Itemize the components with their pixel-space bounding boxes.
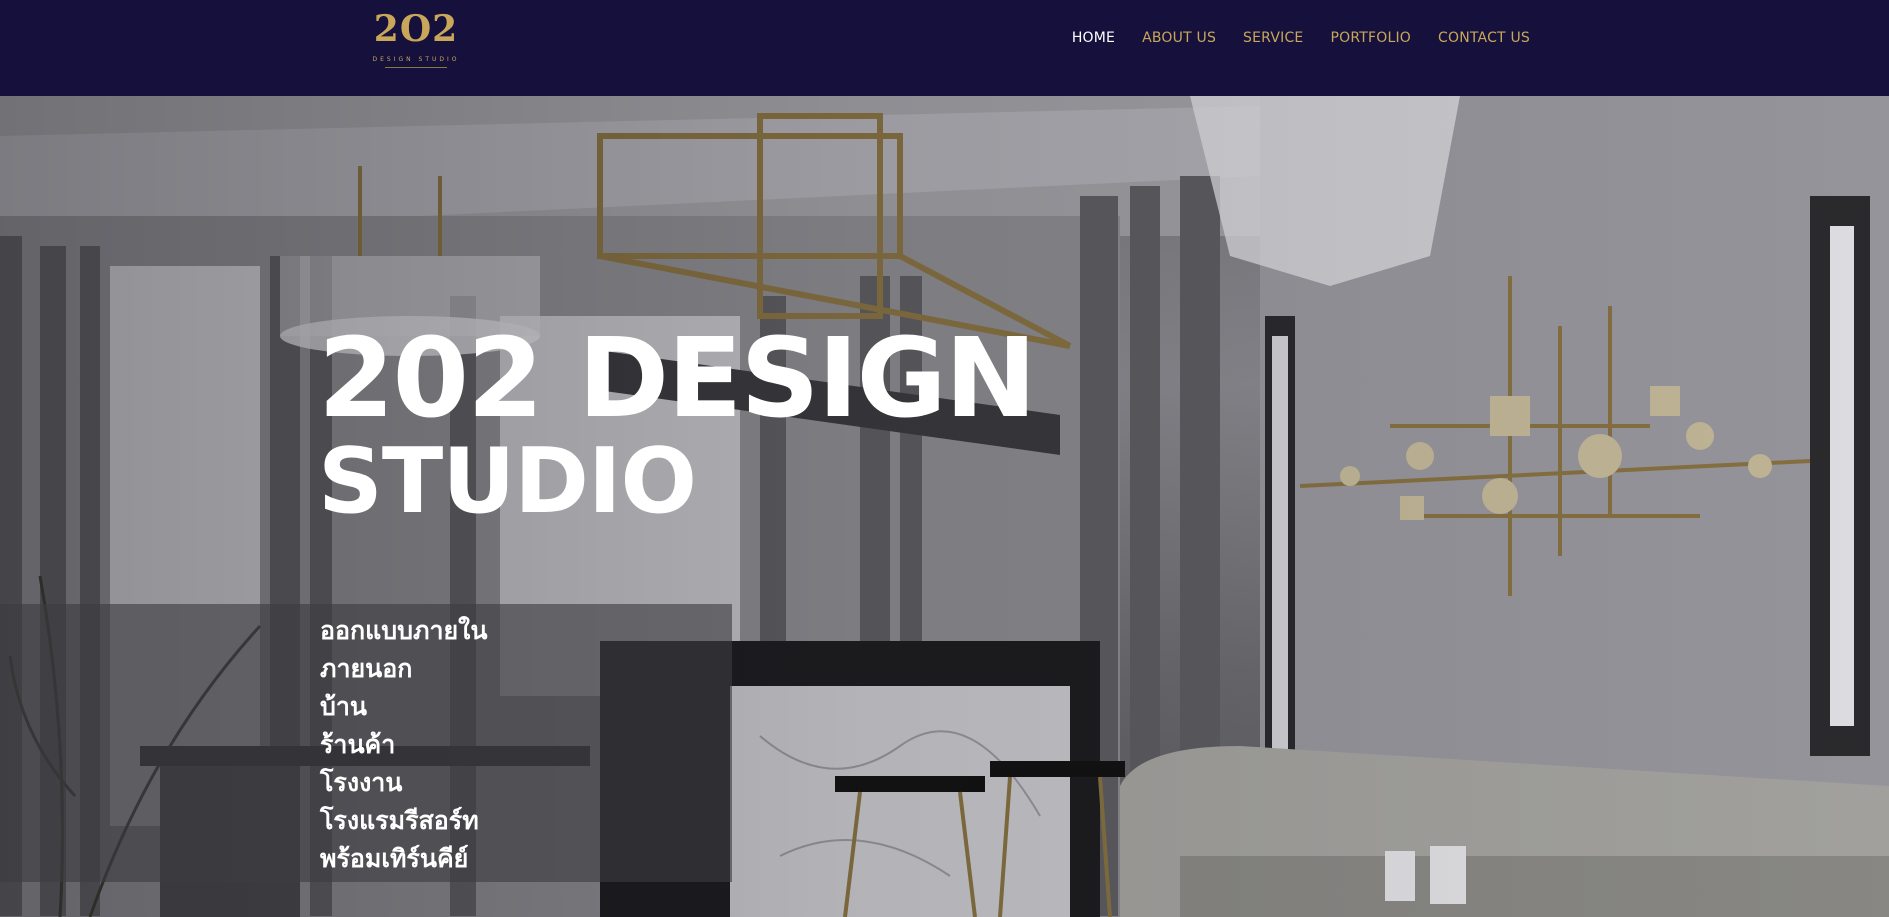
service-item-hotel-resort: โรงแรมรีสอร์ท	[320, 806, 479, 835]
top-navigation-bar: 2O2 DESIGN STUDIO HOME ABOUT US SERVICE …	[0, 0, 1889, 96]
nav-home[interactable]: HOME	[1072, 30, 1115, 46]
nav-about-us[interactable]: ABOUT US	[1142, 30, 1216, 46]
service-item-turnkey: พร้อมเทิร์นคีย์	[320, 844, 469, 873]
nav-contact-us[interactable]: CONTACT US	[1438, 30, 1530, 46]
hero-title-line-1: 202 DESIGN	[318, 314, 1037, 442]
service-item-shop: ร้านค้า	[320, 730, 396, 759]
nav-portfolio[interactable]: PORTFOLIO	[1330, 30, 1411, 46]
hero-title-line-2: STUDIO	[318, 429, 697, 534]
brand-logo[interactable]: 2O2 DESIGN STUDIO	[370, 10, 462, 76]
logo-subtitle: DESIGN STUDIO	[372, 56, 460, 63]
services-list: ออกแบบภายใน ภายนอก บ้าน ร้านค้า โรงงาน โ…	[320, 612, 487, 878]
logo-mark: 2O2	[373, 8, 459, 50]
service-item-factory: โรงงาน	[320, 768, 403, 797]
hero-title: 202 DESIGN STUDIO	[318, 314, 1037, 534]
service-item-house: บ้าน	[320, 692, 367, 721]
nav-service[interactable]: SERVICE	[1243, 30, 1303, 46]
service-item-interior: ออกแบบภายใน	[320, 616, 488, 645]
logo-divider	[385, 67, 447, 70]
main-nav: HOME ABOUT US SERVICE PORTFOLIO CONTACT …	[1072, 30, 1530, 46]
service-item-exterior: ภายนอก	[320, 654, 413, 683]
